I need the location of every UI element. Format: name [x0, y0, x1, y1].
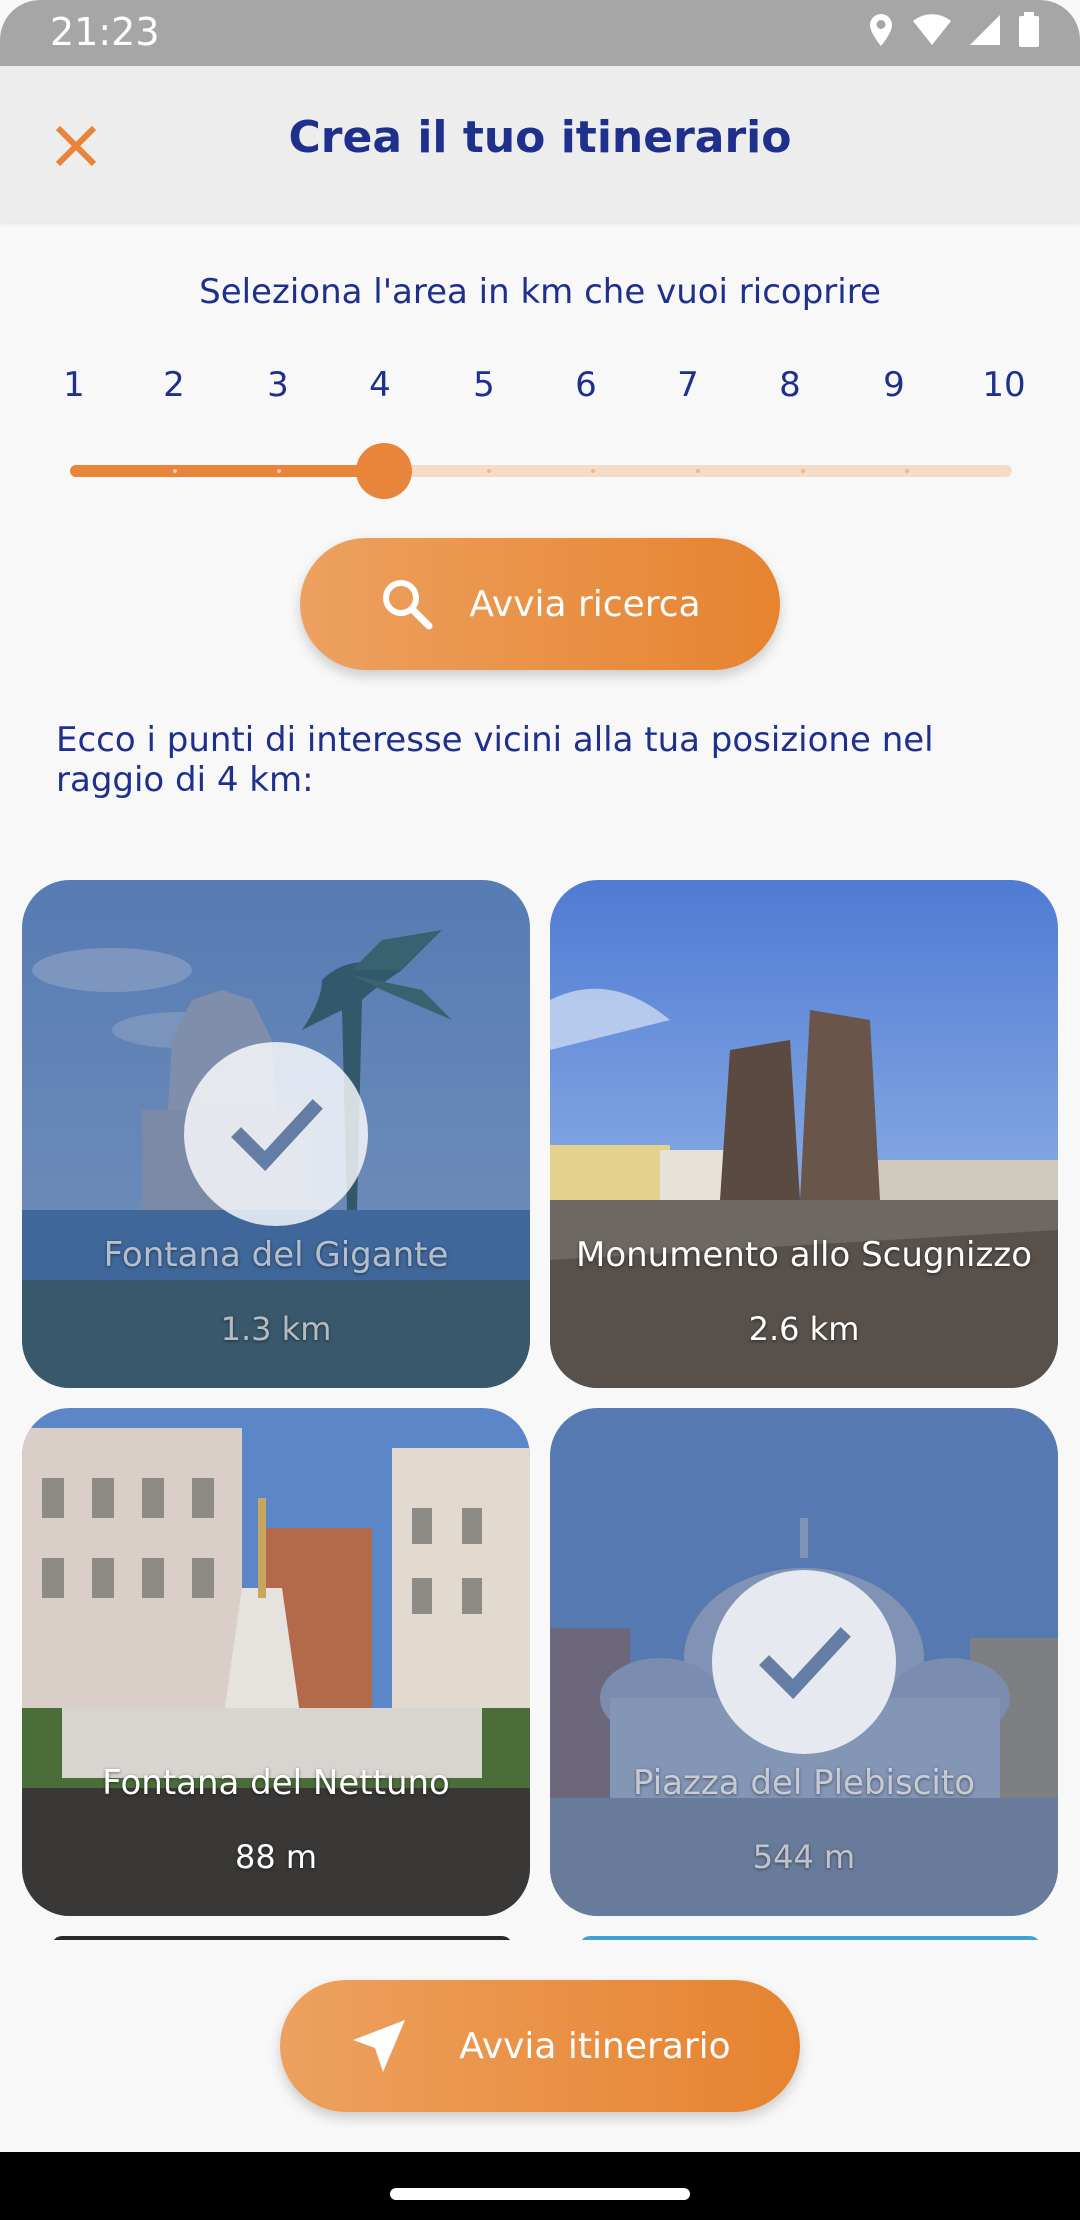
place-card[interactable]: Fontana del Nettuno 88 m [22, 1408, 530, 1916]
km-option[interactable]: 4 [369, 365, 391, 405]
place-card-peek [580, 1936, 1040, 1940]
navigation-arrow-icon [353, 2020, 406, 2072]
km-option[interactable]: 8 [779, 365, 801, 405]
status-bar: 21:23 [0, 0, 1080, 66]
places-grid: Fontana del Gigante 1.3 km Monumento all… [22, 880, 1058, 1940]
place-card[interactable]: Piazza del Plebiscito 544 m [550, 1408, 1058, 1916]
place-distance: 544 m [752, 1838, 856, 1876]
slider-thumb[interactable] [356, 443, 412, 499]
wifi-icon [912, 13, 952, 47]
start-itinerary-label: Avvia itinerario [459, 2025, 731, 2067]
start-itinerary-button[interactable]: Avvia itinerario [280, 1980, 800, 2112]
place-name: Fontana del Nettuno [102, 1763, 450, 1803]
results-description: Ecco i punti di interesse vicini alla tu… [56, 720, 934, 800]
km-option[interactable]: 7 [677, 365, 699, 405]
page-title: Crea il tuo itinerario [288, 112, 792, 163]
selected-check [184, 1042, 368, 1226]
slider-tick [277, 469, 281, 473]
slider-tick [591, 469, 595, 473]
km-option[interactable]: 5 [473, 365, 495, 405]
slider-tick [905, 469, 909, 473]
place-distance: 88 m [234, 1838, 318, 1876]
km-option[interactable]: 9 [883, 365, 905, 405]
search-button-label: Avvia ricerca [469, 583, 701, 625]
status-icons [866, 12, 1040, 48]
place-distance: 1.3 km [220, 1310, 332, 1348]
checkmark-icon [231, 1099, 323, 1172]
place-card-peek [52, 1936, 512, 1940]
system-nav-bar [0, 2152, 1080, 2220]
km-option[interactable]: 1 [63, 365, 85, 405]
place-card[interactable]: Monumento allo Scugnizzo 2.6 km [550, 880, 1058, 1388]
selected-check [712, 1570, 896, 1754]
km-slider[interactable] [70, 443, 1012, 499]
slider-tick [696, 469, 700, 473]
place-card[interactable]: Fontana del Gigante 1.3 km [22, 880, 530, 1388]
place-name: Monumento allo Scugnizzo [576, 1235, 1032, 1275]
km-option[interactable]: 2 [163, 365, 185, 405]
location-icon [866, 12, 896, 48]
place-name: Fontana del Gigante [103, 1235, 449, 1275]
search-icon [383, 580, 433, 630]
app-bar: Crea il tuo itinerario [0, 66, 1080, 222]
slider-tick [487, 469, 491, 473]
slider-tick [173, 469, 177, 473]
checkmark-icon [759, 1627, 851, 1700]
place-name: Piazza del Plebiscito [632, 1763, 975, 1803]
km-option[interactable]: 6 [575, 365, 597, 405]
search-button[interactable]: Avvia ricerca [300, 538, 780, 670]
slider-fill [70, 465, 384, 477]
place-distance: 2.6 km [748, 1310, 860, 1348]
status-time: 21:23 [50, 10, 160, 54]
km-option[interactable]: 10 [982, 365, 1025, 405]
slider-tick [801, 469, 805, 473]
km-option[interactable]: 3 [267, 365, 289, 405]
battery-icon [1018, 12, 1040, 48]
home-gesture-handle[interactable] [390, 2188, 690, 2200]
area-selector-label: Seleziona l'area in km che vuoi ricoprir… [199, 272, 881, 312]
cellular-icon [968, 13, 1002, 47]
km-scale: 1 2 3 4 5 6 7 8 9 10 [0, 365, 1080, 415]
